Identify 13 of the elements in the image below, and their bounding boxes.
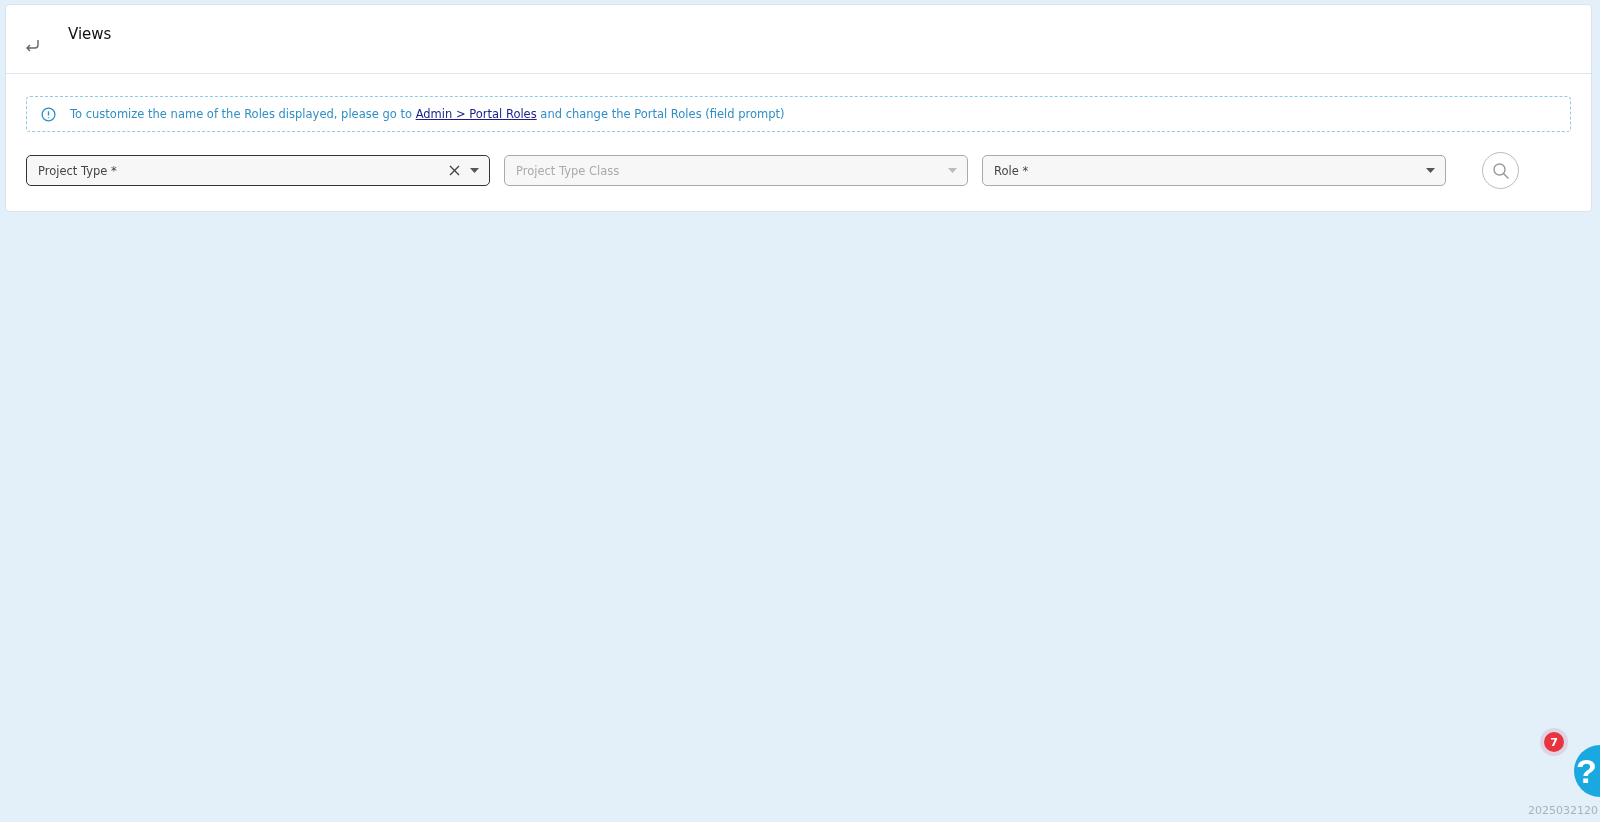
search-icon <box>1491 161 1510 180</box>
caret-icon[interactable] <box>470 168 479 173</box>
close-icon[interactable] <box>449 165 460 176</box>
portal-roles-link[interactable]: Admin > Portal Roles <box>415 107 537 121</box>
caret-icon[interactable] <box>1426 168 1435 173</box>
notice-text: To customize the name of the Roles displayed, please go to Admin > Portal Roles and change the Portal Roles (field prompt) <box>70 107 785 121</box>
back-arrow-icon[interactable] <box>24 38 40 52</box>
select-field[interactable]: Project Type * <box>26 155 490 186</box>
version-text: 2025032120 <box>1528 804 1598 817</box>
info-icon <box>41 106 56 122</box>
page-title: Views <box>68 25 112 43</box>
notification-count: 7 <box>1544 732 1564 752</box>
select-field[interactable]: Role * <box>982 155 1446 186</box>
